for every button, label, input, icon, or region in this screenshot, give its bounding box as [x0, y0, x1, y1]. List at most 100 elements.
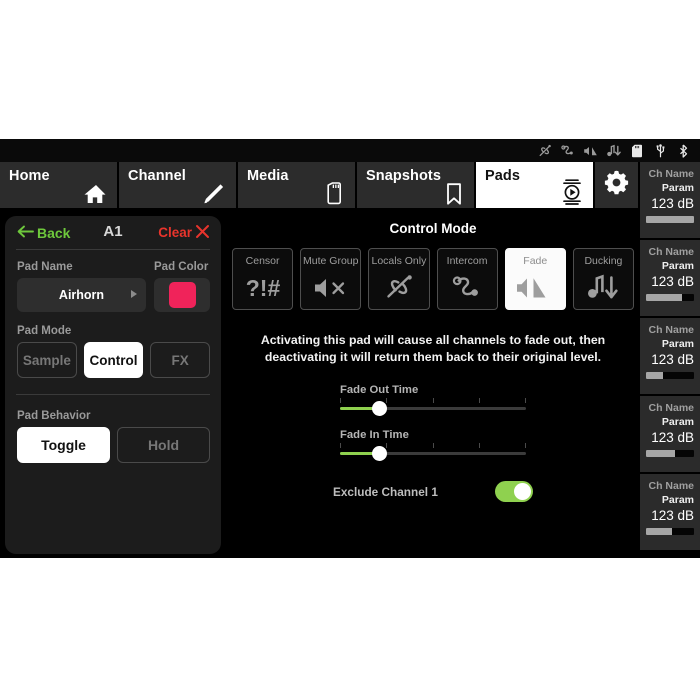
status-bar — [0, 139, 700, 162]
locals-only-icon — [534, 141, 556, 161]
channel-strip[interactable]: Ch Name Param 123 dB — [640, 474, 700, 552]
tile-mute-group-label: Mute Group — [303, 255, 359, 267]
channel-meter — [646, 450, 694, 457]
tile-locals-only-label: Locals Only — [371, 255, 427, 267]
tile-intercom[interactable]: Intercom — [436, 248, 498, 310]
channel-meter — [646, 372, 694, 379]
pad-settings-panel: Back A1 Clear Pad Name Airhorn Pad Color… — [5, 216, 221, 554]
usb-icon — [649, 141, 671, 161]
tab-media[interactable]: Media — [238, 162, 357, 208]
pad-color-picker[interactable] — [154, 278, 210, 312]
pad-behavior-hold[interactable]: Hold — [117, 427, 210, 463]
fade-icon — [506, 267, 565, 309]
home-icon — [82, 178, 110, 208]
channel-strip[interactable]: Ch Name Param 123 dB — [640, 396, 700, 474]
pad-behavior-group: Pad Behavior Toggle Hold — [5, 395, 221, 463]
pad-mode-sample[interactable]: Sample — [17, 342, 77, 378]
gear-icon — [603, 169, 630, 201]
mixer-device-screen: Home Channel Media Snapshots Pads Back A… — [0, 139, 700, 558]
channel-param: Param — [661, 416, 694, 428]
channel-param: Param — [661, 494, 694, 506]
fade-in-time-label: Fade In Time — [340, 429, 409, 441]
pad-behavior-label: Pad Behavior — [17, 410, 91, 422]
channel-meter — [646, 294, 694, 301]
channel-name: Ch Name — [648, 168, 694, 180]
tile-censor[interactable]: Censor ?!# — [231, 248, 294, 310]
channel-name: Ch Name — [648, 402, 694, 414]
channel-param: Param — [661, 182, 694, 194]
mute-icon — [301, 267, 360, 309]
tab-media-label: Media — [247, 168, 289, 184]
phone-off-icon — [369, 267, 428, 309]
clear-label: Clear — [158, 225, 192, 240]
settings-button[interactable] — [595, 162, 640, 208]
exclude-channel-label: Exclude Channel 1 — [333, 484, 438, 499]
pencil-icon — [201, 178, 229, 208]
control-mode-panel: Control Mode Censor ?!# Mute Group Local… — [226, 210, 640, 558]
intercom-icon — [438, 267, 497, 309]
tab-home[interactable]: Home — [0, 162, 119, 208]
channel-name: Ch Name — [648, 246, 694, 258]
fade-out-time-slider-group: Fade Out Time — [340, 384, 526, 420]
pad-color-label: Pad Color — [154, 261, 209, 273]
channel-param: Param — [661, 260, 694, 272]
channel-value: 123 dB — [651, 196, 694, 211]
channel-strip[interactable]: Ch Name Param 123 dB — [640, 162, 700, 240]
channel-rail: Ch Name Param 123 dB Ch Name Param 123 dB Ch N… — [640, 162, 700, 558]
channel-value: 123 dB — [651, 508, 694, 523]
screenshot-root: Home Channel Media Snapshots Pads Back A… — [0, 0, 700, 700]
intercom-icon — [557, 141, 579, 161]
fade-in-time-slider[interactable] — [340, 443, 526, 465]
channel-strip[interactable]: Ch Name Param 123 dB — [640, 240, 700, 318]
pad-name-value: Airhorn — [58, 288, 105, 302]
pad-behavior-toggle[interactable]: Toggle — [17, 427, 110, 463]
slider-knob[interactable] — [372, 401, 388, 416]
pad-panel-header: Back A1 Clear — [5, 216, 221, 249]
sdcard-icon — [320, 178, 348, 208]
channel-strip[interactable]: Ch Name Param 123 dB — [640, 318, 700, 396]
ducking-icon — [574, 267, 633, 309]
tab-channel[interactable]: Channel — [119, 162, 238, 208]
pad-color-group: Pad Color — [154, 261, 210, 312]
main-nav-tabs: Home Channel Media Snapshots Pads — [0, 162, 700, 208]
content-area: Back A1 Clear Pad Name Airhorn Pad Color… — [0, 210, 640, 558]
pad-name-color-row: Pad Name Airhorn Pad Color — [5, 250, 221, 312]
sdcard-icon — [626, 141, 648, 161]
tile-ducking[interactable]: Ducking — [572, 248, 635, 310]
tab-home-label: Home — [9, 168, 50, 184]
pad-mode-control[interactable]: Control — [83, 342, 144, 378]
censor-icon: ?!# — [233, 267, 292, 309]
pad-name-label: Pad Name — [17, 261, 73, 273]
fade-out-time-slider[interactable] — [340, 398, 526, 420]
fade-in-time-slider-group: Fade In Time — [340, 429, 526, 465]
control-mode-title: Control Mode — [389, 221, 477, 236]
slider-knob[interactable] — [372, 446, 388, 461]
tile-mute-group[interactable]: Mute Group — [300, 248, 362, 310]
tile-fade-label: Fade — [523, 255, 548, 267]
pad-mode-fx[interactable]: FX — [150, 342, 211, 378]
tab-pads-label: Pads — [485, 168, 521, 184]
pad-mode-segmented: Sample Control FX — [17, 342, 211, 378]
pad-behavior-segmented: Toggle Hold — [17, 427, 210, 463]
fade-icon — [580, 141, 602, 161]
chevron-right-icon — [131, 290, 137, 298]
tab-snapshots[interactable]: Snapshots — [357, 162, 476, 208]
channel-value: 123 dB — [651, 274, 694, 289]
tile-fade[interactable]: Fade — [504, 248, 566, 310]
arrow-left-icon — [17, 225, 34, 241]
tile-intercom-label: Intercom — [446, 255, 488, 267]
clear-button[interactable]: Clear — [158, 224, 210, 242]
svg-text:?!#: ?!# — [245, 275, 280, 301]
pad-name-input[interactable]: Airhorn — [17, 278, 146, 312]
fade-sliders: Fade Out Time Fade In Time — [226, 366, 640, 465]
pad-play-icon — [558, 178, 586, 208]
tab-channel-label: Channel — [128, 168, 186, 184]
ducking-icon — [603, 141, 625, 161]
back-button[interactable]: Back — [17, 225, 70, 241]
tile-censor-label: Censor — [245, 255, 280, 267]
tile-locals-only[interactable]: Locals Only — [368, 248, 430, 310]
exclude-channel-toggle[interactable] — [495, 481, 533, 502]
channel-value: 123 dB — [651, 352, 694, 367]
tab-pads[interactable]: Pads — [476, 162, 595, 208]
bluetooth-icon — [672, 141, 694, 161]
